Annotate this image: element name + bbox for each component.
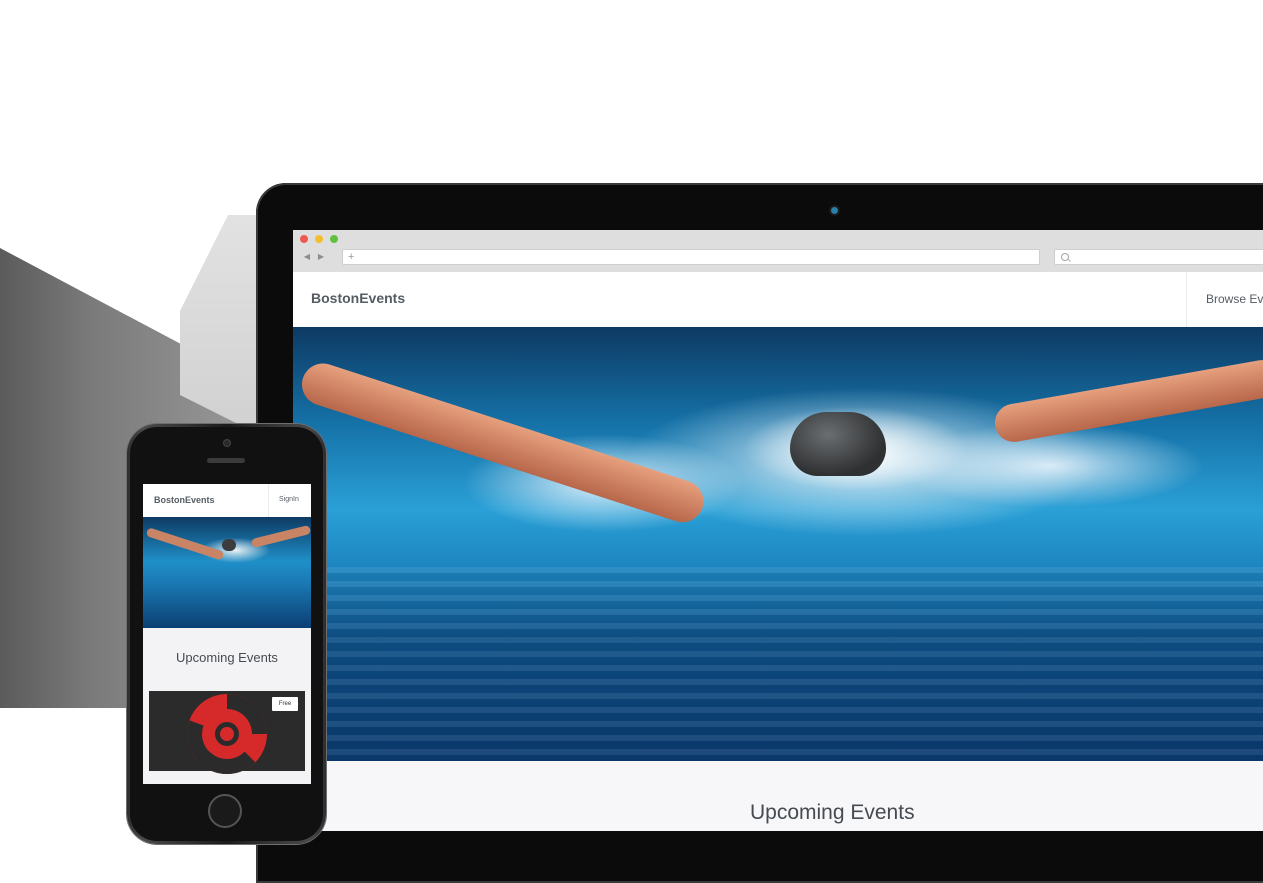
section-title: Upcoming Events	[750, 801, 915, 824]
laptop-screen: ◀ ▶ + BostonEvents Browse Ev Upcoming Eve…	[293, 230, 1263, 831]
phone-screen: BostonEvents SignIn Upcoming Events Free	[143, 484, 311, 784]
phone-swimmer-left-arm	[145, 527, 225, 561]
back-button[interactable]: ◀	[300, 250, 314, 264]
phone-navbar: BostonEvents SignIn	[143, 484, 311, 518]
browser-toolbar: ◀ ▶ +	[293, 230, 1263, 273]
swimmer-cap	[790, 412, 886, 476]
event-logo-icon	[187, 694, 267, 774]
phone-swimmer-right-arm	[250, 524, 311, 549]
forward-button[interactable]: ▶	[314, 250, 328, 264]
laptop-camera	[831, 207, 838, 214]
site-navbar: BostonEvents Browse Ev	[293, 272, 1263, 328]
events-section: Upcoming Events	[293, 761, 1263, 831]
history-buttons: ◀ ▶	[300, 250, 336, 264]
phone-events-section: Upcoming Events Free	[143, 628, 311, 784]
phone-nav-divider	[268, 484, 269, 517]
phone-swimmer-cap	[222, 539, 236, 551]
new-tab-icon[interactable]: +	[348, 251, 354, 263]
hero-image-swimmer	[293, 327, 1263, 761]
nav-divider	[1186, 272, 1187, 327]
signin-link[interactable]: SignIn	[279, 496, 299, 503]
address-bar[interactable]: +	[342, 249, 1040, 265]
event-card[interactable]: Free	[149, 691, 305, 774]
site-brand[interactable]: BostonEvents	[311, 290, 405, 306]
minimize-window-button[interactable]	[315, 235, 323, 243]
phone-section-title: Upcoming Events	[176, 650, 278, 665]
phone-camera	[224, 440, 230, 446]
maximize-window-button[interactable]	[330, 235, 338, 243]
swimmer-right-arm	[991, 357, 1263, 445]
phone-speaker	[207, 458, 245, 463]
phone-site-brand[interactable]: BostonEvents	[154, 495, 215, 505]
phone-hero-image	[143, 517, 311, 628]
price-badge: Free	[272, 697, 298, 711]
close-window-button[interactable]	[300, 235, 308, 243]
browser-search-field[interactable]	[1054, 249, 1263, 265]
browse-events-link[interactable]: Browse Ev	[1206, 292, 1263, 306]
water-reflection	[293, 567, 1263, 761]
search-icon	[1061, 253, 1069, 261]
phone-home-button[interactable]	[208, 794, 242, 828]
